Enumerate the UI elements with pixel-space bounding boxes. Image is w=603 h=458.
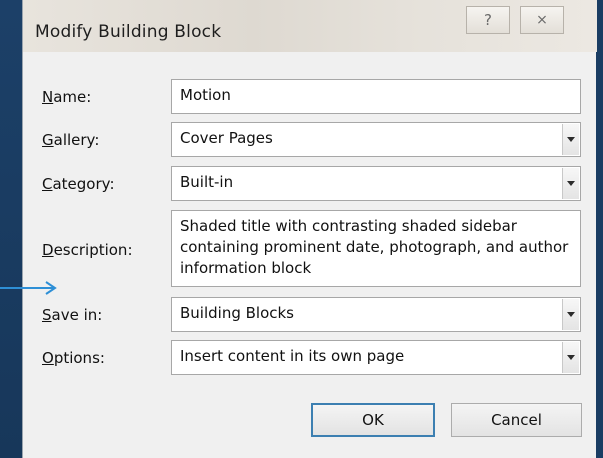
category-dropdown[interactable]: Built-in	[171, 166, 581, 201]
save-in-value: Building Blocks	[180, 304, 295, 322]
ok-button[interactable]: OK	[311, 403, 435, 437]
help-button[interactable]: ?	[466, 6, 510, 34]
background-left	[0, 0, 22, 458]
dialog-body: Name: Motion Gallery: Cover Pages Catego…	[30, 52, 595, 453]
annotation-arrow-icon	[0, 281, 57, 295]
gallery-label: Gallery:	[42, 131, 100, 149]
save-in-label: Save in:	[42, 306, 103, 324]
help-icon: ?	[484, 11, 492, 29]
chevron-down-icon[interactable]	[562, 124, 579, 155]
modify-building-block-dialog: Modify Building Block ? ⨯ Name: Motion G…	[22, 0, 597, 458]
background-right	[596, 0, 603, 458]
close-button[interactable]: ⨯	[520, 6, 564, 34]
name-input[interactable]: Motion	[171, 79, 581, 114]
category-value: Built-in	[180, 173, 234, 191]
dialog-title: Modify Building Block	[35, 22, 222, 42]
category-label: Category:	[42, 175, 115, 193]
cancel-button[interactable]: Cancel	[451, 403, 582, 437]
chevron-down-icon[interactable]	[562, 168, 579, 199]
options-value: Insert content in its own page	[180, 347, 405, 365]
close-icon: ⨯	[536, 12, 548, 28]
title-bar: Modify Building Block ? ⨯	[23, 0, 597, 52]
chevron-down-icon[interactable]	[562, 342, 579, 373]
name-label: Name:	[42, 88, 92, 106]
description-label: Description:	[42, 241, 133, 259]
gallery-value: Cover Pages	[180, 129, 273, 147]
options-dropdown[interactable]: Insert content in its own page	[171, 340, 581, 375]
gallery-dropdown[interactable]: Cover Pages	[171, 122, 581, 157]
description-value: Shaded title with contrasting shaded sid…	[180, 217, 569, 277]
save-in-dropdown[interactable]: Building Blocks	[171, 297, 581, 332]
description-textarea[interactable]: Shaded title with contrasting shaded sid…	[171, 210, 581, 287]
chevron-down-icon[interactable]	[562, 299, 579, 330]
name-value: Motion	[180, 86, 231, 104]
options-label: Options:	[42, 349, 105, 367]
